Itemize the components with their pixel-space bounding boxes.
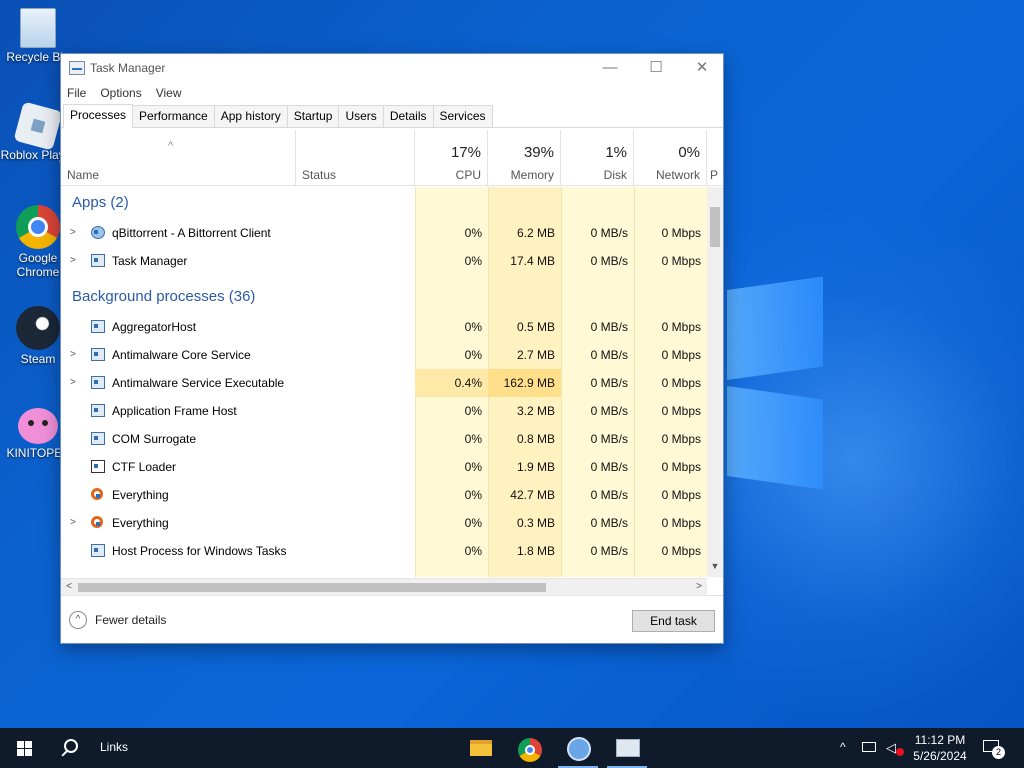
column-header-name[interactable]: ^ Name <box>61 130 295 186</box>
column-header-power[interactable]: P <box>707 130 723 186</box>
collapse-chevron-up-icon: ^ <box>69 611 87 629</box>
minimize-button[interactable]: — <box>587 54 633 82</box>
taskbar-task-manager[interactable] <box>607 732 647 768</box>
system-tray: ^ ◁ <box>838 728 906 768</box>
task-manager-icon <box>616 739 640 757</box>
qbittorrent-icon <box>567 737 591 761</box>
vertical-scroll-thumb[interactable] <box>710 207 720 247</box>
column-header-network[interactable]: 0% Network <box>634 130 707 186</box>
process-row[interactable]: > Task Manager 0% 17.4 MB 0 MB/s 0 Mbps <box>61 247 707 275</box>
chrome-icon <box>16 205 60 249</box>
muted-x-badge-icon <box>896 748 904 756</box>
group-header-apps: Apps (2) <box>72 194 129 211</box>
steam-icon <box>16 306 60 350</box>
process-row[interactable]: Everything 0% 42.7 MB 0 MB/s 0 Mbps <box>61 481 707 509</box>
horizontal-scrollbar[interactable]: < > <box>61 578 707 595</box>
taskbar-links-label[interactable]: Links <box>100 740 128 754</box>
network-icon[interactable] <box>862 742 876 752</box>
file-explorer-icon <box>470 740 492 756</box>
expand-chevron-icon[interactable]: > <box>70 341 76 369</box>
menu-bar: File Options View <box>61 82 723 104</box>
volume-muted-icon[interactable]: ◁ <box>886 740 896 756</box>
menu-options[interactable]: Options <box>100 86 141 100</box>
notification-count-badge: 2 <box>992 746 1005 759</box>
process-row[interactable]: > qBittorrent - A Bittorrent Client 0% 6… <box>61 219 707 247</box>
clock-date: 5/26/2024 <box>913 749 967 763</box>
column-header-memory[interactable]: 39% Memory <box>488 130 561 186</box>
window-process-icon <box>91 432 105 445</box>
expand-chevron-icon[interactable]: > <box>70 369 76 397</box>
taskbar: Links ^ ◁ 11:12 PM 5/26/2024 2 <box>0 728 1024 768</box>
process-row[interactable]: Application Frame Host 0% 3.2 MB 0 MB/s … <box>61 397 707 425</box>
recycle-bin-icon <box>20 8 56 48</box>
fewer-details-button[interactable]: ^ Fewer details <box>69 611 166 629</box>
window-title: Task Manager <box>90 61 166 75</box>
process-row[interactable]: > Everything 0% 0.3 MB 0 MB/s 0 Mbps <box>61 509 707 537</box>
process-row[interactable]: COM Surrogate 0% 0.8 MB 0 MB/s 0 Mbps <box>61 425 707 453</box>
taskbar-clock[interactable]: 11:12 PM 5/26/2024 <box>905 732 975 764</box>
menu-view[interactable]: View <box>156 86 182 100</box>
process-row[interactable]: AggregatorHost 0% 0.5 MB 0 MB/s 0 Mbps <box>61 313 707 341</box>
process-row[interactable]: CTF Loader 0% 1.9 MB 0 MB/s 0 Mbps <box>61 453 707 481</box>
windows-logo-wallpaper <box>727 276 823 490</box>
process-grid: ^ Name Status 17% CPU 39% Memory 1% Disk… <box>61 130 723 577</box>
tab-services[interactable]: Services <box>432 105 493 127</box>
taskbar-file-explorer[interactable] <box>460 732 500 768</box>
search-button[interactable] <box>58 737 88 761</box>
column-header-disk[interactable]: 1% Disk <box>561 130 634 186</box>
expand-chevron-icon[interactable]: > <box>70 219 76 247</box>
magnifier-icon <box>91 516 103 528</box>
column-header-cpu[interactable]: 17% CPU <box>415 130 488 186</box>
tab-startup[interactable]: Startup <box>286 105 340 127</box>
taskbar-chrome[interactable] <box>510 732 550 768</box>
maximize-button[interactable]: ☐ <box>633 54 679 82</box>
menu-file[interactable]: File <box>67 86 86 100</box>
close-button[interactable]: ✕ <box>679 54 725 82</box>
taskbar-qbittorrent[interactable] <box>558 732 598 768</box>
magnifier-icon <box>91 488 103 500</box>
qbittorrent-icon <box>91 226 105 239</box>
process-row[interactable]: Host Process for Windows Tasks 0% 1.8 MB… <box>61 537 707 565</box>
tab-performance[interactable]: Performance <box>132 105 215 127</box>
chrome-icon <box>518 738 542 762</box>
tab-details[interactable]: Details <box>382 105 434 127</box>
window-process-icon <box>91 348 105 361</box>
horizontal-scroll-thumb[interactable] <box>78 583 546 592</box>
notepad-pen-icon <box>91 460 105 473</box>
vertical-scrollbar[interactable]: ▼ <box>707 187 723 577</box>
tab-processes[interactable]: Processes <box>63 104 134 128</box>
process-row[interactable]: > Antimalware Service Executable 0.4% 16… <box>61 369 707 397</box>
window-process-icon <box>91 320 105 333</box>
expand-chevron-icon[interactable]: > <box>70 247 76 275</box>
window-process-icon <box>91 544 105 557</box>
expand-chevron-icon[interactable]: > <box>70 509 76 537</box>
kinitopet-icon <box>18 408 58 444</box>
start-button[interactable] <box>0 728 48 768</box>
task-manager-icon <box>69 61 85 75</box>
notification-center-button[interactable]: 2 <box>980 736 1005 760</box>
footer-bar: ^ Fewer details End task <box>61 595 723 643</box>
scroll-right-arrow-icon[interactable]: > <box>691 579 707 595</box>
task-manager-icon <box>91 254 105 267</box>
sort-ascending-icon: ^ <box>168 140 174 152</box>
roblox-icon <box>13 101 63 151</box>
window-process-icon <box>91 404 105 417</box>
tab-users[interactable]: Users <box>338 105 384 127</box>
column-header-status[interactable]: Status <box>295 130 415 186</box>
column-header-row: ^ Name Status 17% CPU 39% Memory 1% Disk… <box>61 130 723 186</box>
clock-time: 11:12 PM <box>914 733 966 747</box>
show-hidden-icons-chevron-icon[interactable]: ^ <box>840 740 846 754</box>
scroll-left-arrow-icon[interactable]: < <box>61 579 77 595</box>
title-bar[interactable]: Task Manager — ☐ ✕ <box>61 54 723 82</box>
tab-bar: Processes Performance App history Startu… <box>61 104 723 128</box>
end-task-button[interactable]: End task <box>632 610 715 632</box>
tab-app-history[interactable]: App history <box>213 105 288 127</box>
process-row[interactable]: > Antimalware Core Service 0% 2.7 MB 0 M… <box>61 341 707 369</box>
scroll-down-arrow-icon[interactable]: ▼ <box>707 561 723 571</box>
group-header-background: Background processes (36) <box>72 288 256 305</box>
window-process-icon <box>91 376 105 389</box>
windows-start-icon <box>17 741 24 748</box>
task-manager-window: Task Manager — ☐ ✕ File Options View Pro… <box>60 53 724 644</box>
process-list: Apps (2) > qBittorrent - A Bittorrent Cl… <box>61 187 707 577</box>
